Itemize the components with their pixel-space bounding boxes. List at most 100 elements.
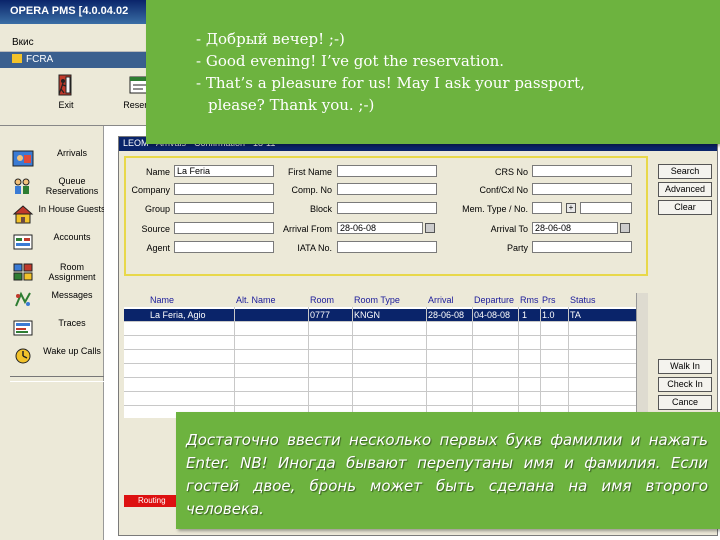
nav-divider [10,376,104,382]
column-divider [308,307,309,418]
nav-traces[interactable]: Traces [10,316,104,342]
advanced-button[interactable]: Advanced [658,182,712,197]
col-name-header[interactable]: Name [150,295,174,305]
source-field[interactable] [174,222,274,234]
nav-label: Wake up Calls [43,346,101,356]
results-grid: Name Alt. Name Room Room Type Arrival De… [124,293,636,418]
walk-in-button[interactable]: Walk In [658,359,712,374]
cell-room: 0777 [310,310,331,320]
block-field[interactable] [337,202,437,214]
room-assignment-icon [13,263,33,281]
column-divider [352,307,353,418]
column-divider [540,307,541,418]
conf-label: Conf/Cxl No [479,185,528,195]
dialogue-line: - Добрый вечер! ;-) [196,30,345,48]
exit-button[interactable]: Exit [36,74,96,122]
calendar-icon[interactable] [425,223,435,233]
grid-header: Name Alt. Name Room Room Type Arrival De… [124,293,636,307]
nav-arrivals[interactable]: Arrivals [10,146,104,172]
member-lookup-button[interactable]: + [566,203,576,213]
column-divider [234,307,235,418]
cell-status: TA [570,310,581,320]
nav-label: In House Guests [38,204,106,214]
sub-toolbar-label: FCRA [26,54,54,65]
comp-no-field[interactable] [337,183,437,195]
wake-up-icon [15,348,31,364]
group-label: Group [144,204,170,214]
column-divider [472,307,473,418]
company-label: Company [131,185,170,195]
nav-label: Arrivals [56,148,87,158]
crs-label: CRS No [494,167,528,177]
first-name-field[interactable] [337,165,437,177]
source-label: Source [141,224,170,234]
accounts-icon [13,234,33,250]
table-row[interactable] [124,365,636,378]
conf-field[interactable] [532,183,632,195]
party-field[interactable] [532,241,632,253]
dialogue-line: - That’s a pleasure for us! May I ask yo… [196,74,585,92]
cancel-button[interactable]: Cance [658,395,712,410]
table-row[interactable] [124,337,636,350]
calendar-icon[interactable] [620,223,630,233]
col-room-header[interactable]: Room [310,295,334,305]
window-title-text: OPERA PMS [4.0.04.02 [10,5,129,17]
arrival-to-field[interactable]: 28-06-08 [532,222,618,234]
member-type-field[interactable] [532,202,562,214]
col-departure-header[interactable]: Departure [474,295,514,305]
name-field[interactable]: La Feria [174,165,274,177]
cell-arrival: 28-06-08 [428,310,465,320]
routing-indicator: Routing [124,495,176,507]
table-row-selected[interactable]: La Feria, Agio 0777 KNGN 28-06-08 04-08-… [124,309,636,322]
nav-wake-up-calls[interactable]: Wake up Calls [10,344,104,370]
nav-in-house-guests[interactable]: In House Guests [10,202,106,228]
clear-button[interactable]: Clear [658,200,712,215]
search-button[interactable]: Search [658,164,712,179]
table-row[interactable] [124,323,636,336]
table-row[interactable] [124,351,636,364]
column-divider [518,307,519,418]
group-field[interactable] [174,202,274,214]
col-prs-header[interactable]: Prs [542,295,556,305]
nav-label: Queue Reservations [45,176,99,196]
col-status-header[interactable]: Status [570,295,596,305]
instruction-note: Достаточно ввести несколько первых букв … [176,412,720,529]
col-room-type-header[interactable]: Room Type [354,295,400,305]
col-rms-header[interactable]: Rms [520,295,539,305]
company-field[interactable] [174,183,274,195]
name-label: Name [145,167,170,177]
arrival-to-label: Arrival To [490,224,528,234]
dialogue-line: please? Thank you. ;-) [208,96,375,114]
party-label: Party [506,243,528,253]
crs-field[interactable] [532,165,632,177]
cell-prs: 1.0 [542,310,555,320]
arrival-from-field[interactable]: 28-06-08 [337,222,423,234]
agent-label: Agent [146,243,170,253]
in-house-icon [12,205,34,224]
nav-accounts[interactable]: Accounts [10,230,104,256]
arrival-from-label: Arrival From [283,224,332,234]
table-row[interactable] [124,393,636,406]
left-navigation: Arrivals Queue Reservations In House Gue… [0,126,106,540]
nav-queue-reservations[interactable]: Queue Reservations [10,174,104,200]
cell-rms: 1 [522,310,528,320]
menu-item[interactable]: Вкис [12,37,34,48]
column-divider [426,307,427,418]
col-alt-name-header[interactable]: Alt. Name [236,295,276,305]
col-arrival-header[interactable]: Arrival [428,295,454,305]
column-divider [568,307,569,418]
table-row[interactable] [124,379,636,392]
agent-field[interactable] [174,241,274,253]
exit-label: Exit [58,100,74,110]
iata-label: IATA No. [297,243,332,253]
member-label: Mem. Type / No. [462,204,528,214]
grid-scrollbar[interactable] [636,293,648,418]
messages-icon [15,291,31,307]
iata-field[interactable] [337,241,437,253]
check-in-button[interactable]: Check In [658,377,712,392]
member-no-field[interactable] [580,202,632,214]
nav-messages[interactable]: Messages [10,288,104,314]
cell-room-type: KNGN [354,310,381,320]
nav-room-assignment[interactable]: Room Assignment [10,260,104,286]
cell-departure: 04-08-08 [474,310,511,320]
